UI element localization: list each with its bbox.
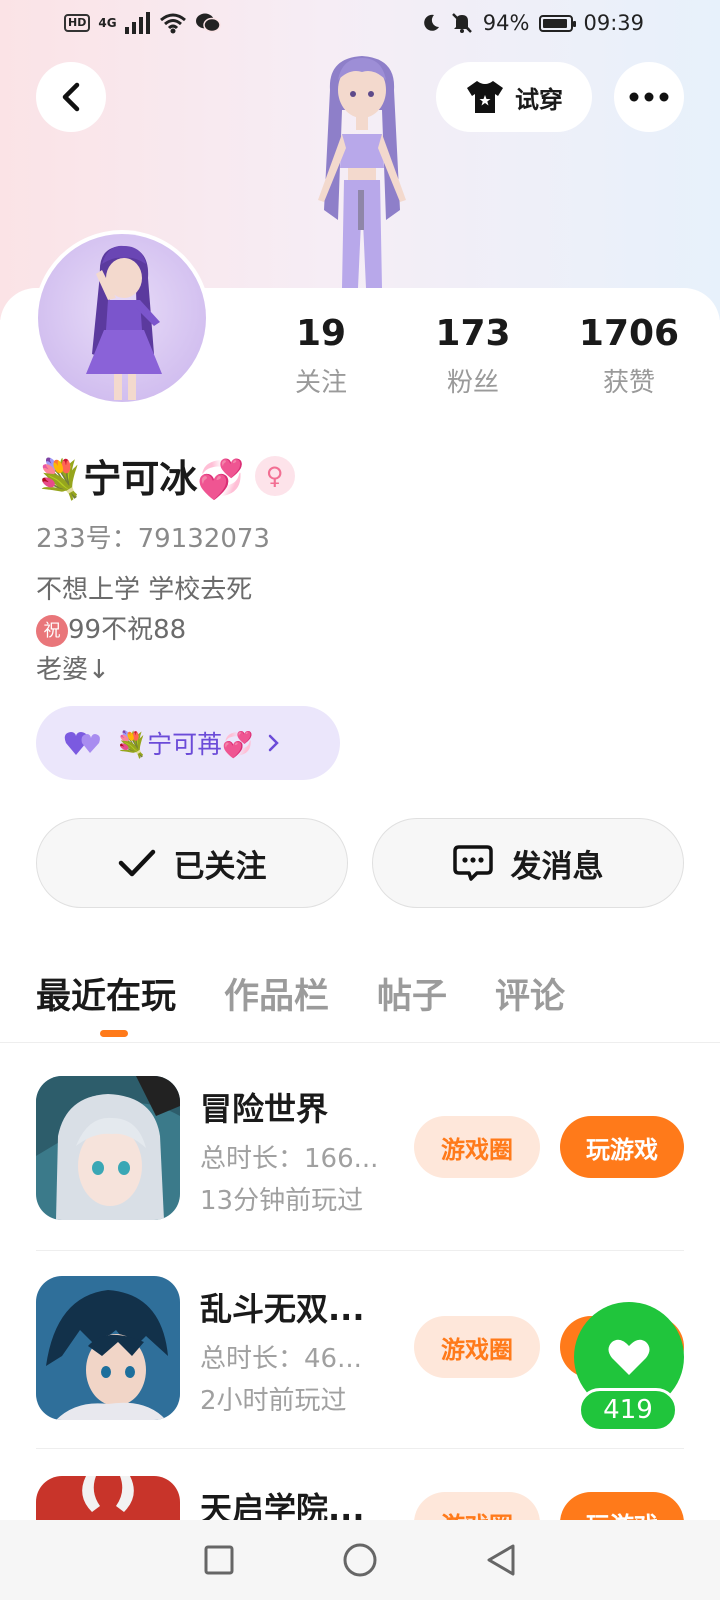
game-total-duration: 总时长：46... [200,1344,362,1374]
profile-avatar[interactable] [34,230,210,406]
avatar-character-image [86,245,162,400]
chevron-right-icon [269,734,280,752]
send-message-label: 发消息 [510,848,604,885]
partner-name: 💐宁可苒💞 [116,730,254,759]
more-dots-icon [629,92,669,102]
game-title: 冒险世界 [200,1090,329,1128]
game-icon-brawl-warriors[interactable] [36,1276,180,1420]
game-circle-button[interactable]: 游戏圈 [414,1316,540,1378]
bio-line-2: 99不祝88 [68,615,187,645]
game-icon-adventure-world[interactable] [36,1076,180,1220]
game-total-duration: 总时长：166... [200,1144,379,1174]
signal-icon [124,12,150,34]
wechat-icon [195,13,221,33]
chevron-left-icon [62,82,80,112]
game-title: 天启学院... [200,1490,365,1520]
tab-works[interactable]: 作品栏 [224,968,329,1019]
game-last-played: 13分钟前玩过 [200,1186,364,1216]
tab-comments[interactable]: 评论 [495,968,565,1019]
play-game-button[interactable]: 玩游戏 [560,1492,684,1520]
likes-label: 获赞 [602,368,655,398]
user-id[interactable]: 233号：79132073 [36,518,270,555]
recent-apps-icon[interactable] [203,1544,235,1576]
following-count: 19 [295,313,347,354]
game-list-item[interactable]: 冒险世界 总时长：166... 13分钟前玩过 游戏圈 玩游戏 [36,1076,684,1272]
wifi-icon [159,13,186,34]
heart-icon [608,1339,650,1375]
back-button[interactable] [36,62,106,132]
bell-muted-icon [451,13,472,33]
followers-count: 173 [435,313,511,354]
followed-button[interactable]: 已关注 [36,818,348,908]
tab-recently-played[interactable]: 最近在玩 [36,968,176,1037]
row-divider [36,1250,684,1251]
following-stat[interactable]: 19 关注 [256,312,386,399]
chat-bubble-icon [452,845,493,881]
tshirt-icon [467,81,503,113]
game-title: 乱斗无双... [200,1290,365,1328]
bio-line-3: 老婆↓ [36,655,110,685]
try-on-label: 试穿 [515,85,563,114]
system-navigation-bar [0,1520,720,1600]
game-circle-button[interactable]: 游戏圈 [414,1492,540,1520]
blessing-badge-icon: 祝 [36,614,68,647]
followed-label: 已关注 [173,848,267,885]
play-game-button[interactable]: 玩游戏 [560,1116,684,1178]
likes-stat[interactable]: 1706 获赞 [564,312,694,399]
clock-time: 09:39 [583,11,644,35]
more-options-button[interactable] [614,62,684,132]
send-message-button[interactable]: 发消息 [372,818,684,908]
tab-posts[interactable]: 帖子 [377,968,447,1019]
following-label: 关注 [294,368,347,398]
double-heart-icon [64,732,100,755]
female-gender-icon: ♀ [254,455,295,496]
back-nav-icon[interactable] [485,1543,517,1577]
battery-icon [539,14,577,32]
followers-stat[interactable]: 173 粉丝 [408,312,538,399]
likes-count: 1706 [578,313,680,354]
avatar-3d-character[interactable] [282,50,442,290]
checkmark-icon [118,849,155,877]
profile-bio: 不想上学 学校去死 祝 99不祝88 老婆↓ [36,570,252,690]
home-icon[interactable] [342,1542,378,1578]
bio-line-1: 不想上学 学校去死 [36,575,253,605]
followers-label: 粉丝 [446,368,499,398]
moon-icon [423,14,439,31]
row-divider [36,1448,684,1449]
game-last-played: 2小时前玩过 [200,1386,347,1416]
status-bar: HD 4G 94% 09:39 [0,0,720,48]
profile-name: 💐宁可冰💞 [36,457,245,501]
game-circle-button[interactable]: 游戏圈 [414,1116,540,1178]
tabs-divider [0,1042,720,1043]
try-on-button[interactable]: 试穿 [436,62,592,132]
profile-name-row: 💐宁可冰💞 ♀ [36,448,295,503]
game-list-item[interactable]: 天启学院... 游戏圈 玩游戏 [36,1476,684,1520]
like-count-badge: 419 [578,1388,678,1432]
partner-link-button[interactable]: 💐宁可苒💞 [36,706,340,780]
hd-indicator: HD [64,14,91,32]
battery-percent: 94% [482,11,530,35]
game-icon-apocalypse-academy[interactable] [36,1476,180,1520]
profile-tabs: 最近在玩 作品栏 帖子 评论 [36,968,565,1037]
network-type: 4G [98,16,117,30]
